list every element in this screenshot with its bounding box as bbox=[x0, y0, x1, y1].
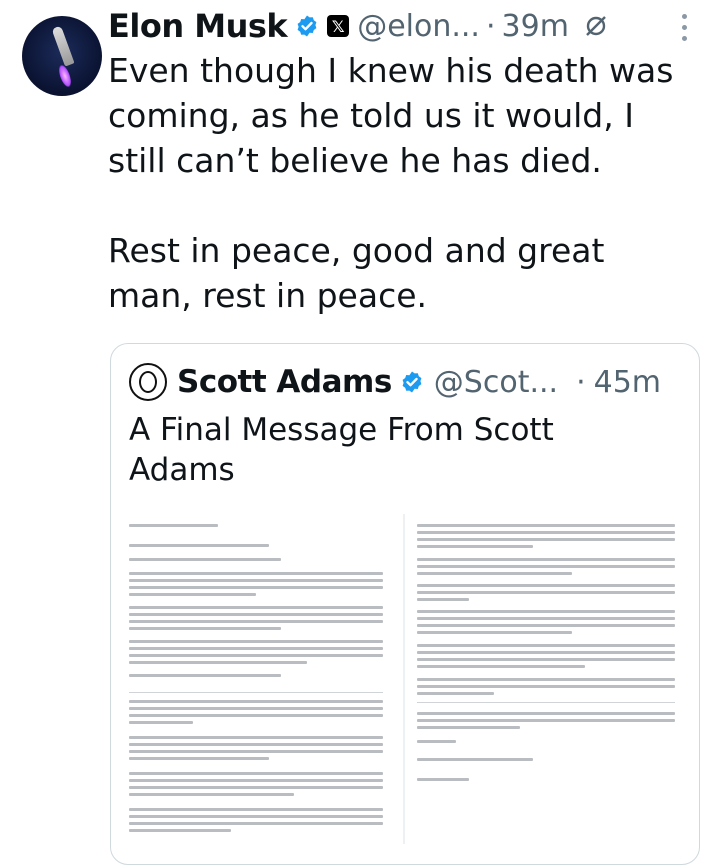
document-text-line bbox=[129, 654, 383, 657]
document-text-line bbox=[417, 658, 675, 661]
document-text-line bbox=[129, 579, 383, 582]
document-text-line bbox=[129, 558, 282, 561]
document-text-line bbox=[129, 544, 269, 547]
document-separator bbox=[417, 702, 675, 703]
document-page-1[interactable] bbox=[117, 514, 401, 844]
document-text-line bbox=[129, 829, 231, 832]
document-text-line bbox=[417, 524, 675, 527]
tweet-paragraph: Even though I knew his death was coming,… bbox=[108, 51, 674, 180]
document-text-line bbox=[129, 757, 269, 760]
tweet-text: Even though I knew his death was coming,… bbox=[108, 48, 698, 318]
document-text-line bbox=[129, 593, 256, 596]
document-text-line bbox=[417, 740, 456, 743]
document-text-line bbox=[129, 606, 383, 609]
document-text-line bbox=[129, 779, 383, 782]
verified-badge-icon[interactable] bbox=[295, 14, 319, 38]
document-text-line bbox=[417, 617, 675, 620]
document-text-line bbox=[417, 591, 675, 594]
document-text-line bbox=[129, 721, 193, 724]
document-text-line bbox=[129, 822, 383, 825]
document-text-line bbox=[417, 665, 585, 668]
x-logo-icon[interactable]: 𝕏 bbox=[327, 15, 350, 37]
document-text-line bbox=[417, 538, 675, 541]
document-text-line bbox=[417, 651, 675, 654]
document-text-line bbox=[129, 661, 307, 664]
document-text-line bbox=[129, 786, 383, 789]
document-text-line bbox=[129, 700, 383, 703]
document-text-line bbox=[417, 558, 675, 561]
separator-dot: · bbox=[576, 364, 586, 400]
more-options-icon[interactable] bbox=[680, 14, 688, 46]
document-text-line bbox=[129, 793, 295, 796]
quote-author-avatar[interactable] bbox=[129, 363, 167, 401]
document-text-line bbox=[129, 586, 383, 589]
document-text-line bbox=[129, 815, 383, 818]
quote-text: A Final Message From Scott Adams bbox=[129, 412, 554, 488]
document-text-line bbox=[129, 524, 218, 527]
author-handle[interactable]: @elon... bbox=[357, 9, 480, 44]
rocket-flame bbox=[56, 63, 74, 89]
author-avatar[interactable] bbox=[22, 16, 102, 96]
document-text-line bbox=[417, 631, 572, 634]
document-text-line bbox=[417, 598, 469, 601]
document-text-line bbox=[129, 772, 383, 775]
document-text-line bbox=[129, 627, 282, 630]
document-text-line bbox=[417, 545, 534, 548]
quote-author-handle[interactable]: @Scot... bbox=[434, 365, 558, 400]
document-text-line bbox=[129, 613, 383, 616]
document-text-line bbox=[417, 584, 675, 587]
document-text-line bbox=[417, 644, 675, 647]
separator-dot: · bbox=[485, 8, 496, 44]
document-page-2[interactable] bbox=[405, 514, 693, 844]
document-text-line bbox=[129, 750, 383, 753]
author-name[interactable]: Elon Musk bbox=[108, 7, 288, 45]
document-text-line bbox=[417, 610, 675, 613]
quote-header: Scott Adams @Scot... · 45m bbox=[129, 362, 661, 402]
document-text-line bbox=[129, 707, 383, 710]
document-text-line bbox=[417, 685, 675, 688]
document-text-line bbox=[129, 743, 383, 746]
document-text-line bbox=[129, 808, 383, 811]
document-text-line bbox=[417, 726, 521, 729]
document-text-line bbox=[417, 712, 675, 715]
document-text-line bbox=[129, 572, 383, 575]
quote-time[interactable]: 45m bbox=[594, 365, 661, 400]
verified-badge-icon[interactable] bbox=[400, 370, 424, 394]
document-text-line bbox=[417, 692, 495, 695]
quoted-tweet[interactable]: Scott Adams @Scot... · 45m A Final Messa… bbox=[110, 343, 700, 865]
document-text-line bbox=[417, 572, 572, 575]
tweet-time[interactable]: 39m bbox=[502, 9, 569, 44]
document-text-line bbox=[417, 758, 534, 761]
document-text-line bbox=[417, 624, 675, 627]
document-text-line bbox=[129, 640, 383, 643]
document-text-line bbox=[417, 778, 469, 781]
document-text-line bbox=[417, 531, 675, 534]
document-separator bbox=[129, 692, 383, 693]
document-text-line bbox=[129, 674, 282, 677]
rocket-image bbox=[51, 25, 75, 67]
document-text-line bbox=[129, 620, 383, 623]
eye-slash-icon bbox=[586, 16, 606, 36]
tweet-header: Elon Musk 𝕏 @elon... · 39m bbox=[108, 6, 609, 46]
document-text-line bbox=[129, 647, 383, 650]
document-text-line bbox=[417, 565, 675, 568]
document-text-line bbox=[129, 736, 383, 739]
document-text-line bbox=[417, 719, 675, 722]
document-text-line bbox=[129, 714, 383, 717]
quote-author-name[interactable]: Scott Adams bbox=[177, 364, 392, 400]
document-text-line bbox=[417, 678, 675, 681]
tweet-paragraph: Rest in peace, good and great man, rest … bbox=[108, 231, 605, 315]
